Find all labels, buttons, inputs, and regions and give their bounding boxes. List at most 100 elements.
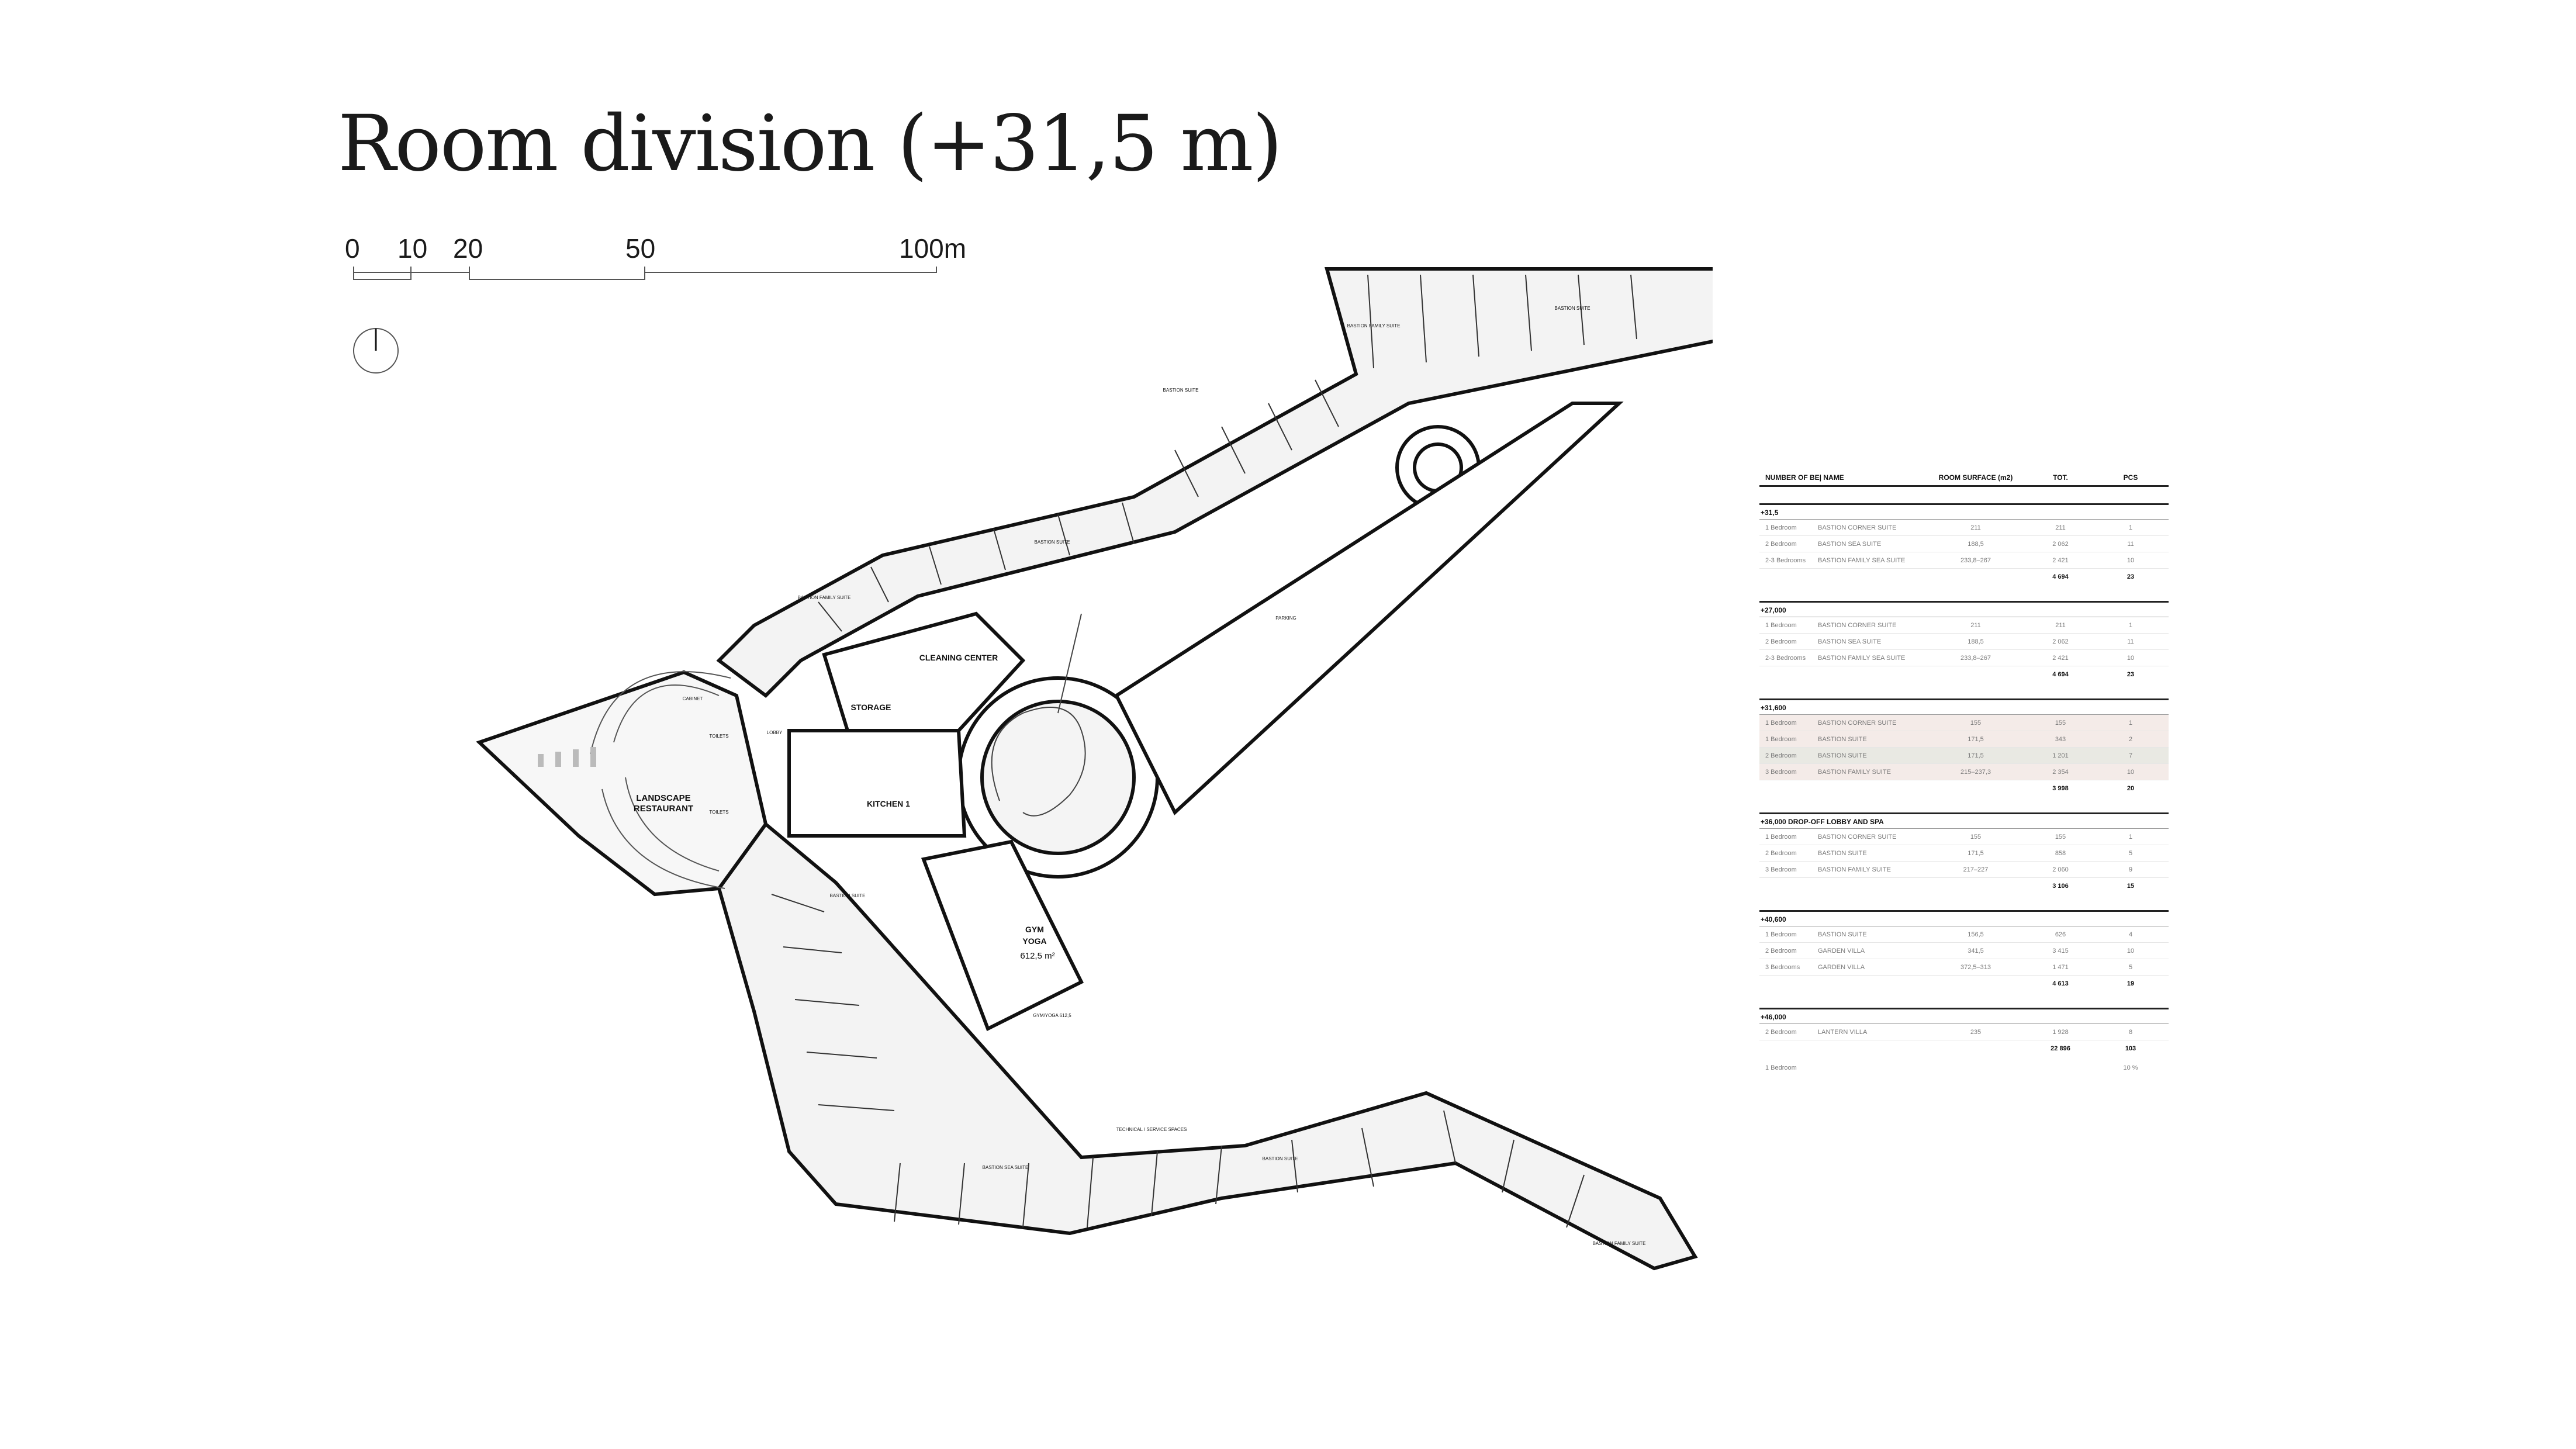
header-surface: ROOM SURFACE (m2) [1938,473,2013,482]
total-cell: 3 998 [2052,784,2069,792]
table-row: 2 Bedroom GARDEN VILLA 341,5 3 415 10 [1759,943,2169,959]
table-row: 2 Bedroom BASTION SUITE 171,5 1 201 7 [1759,748,2169,764]
label-gym: GYM [1025,925,1044,934]
table-cell: 2 062 [2052,638,2069,645]
table-cell: 7 [2128,752,2133,759]
table-cell: GARDEN VILLA [1818,963,1865,971]
table-cell: 233,8–267 [1960,556,1991,564]
table-footer: 1 Bedroom 10 % [1759,1060,2169,1075]
table-cell: 1 201 [2052,752,2069,759]
table-section: +36,000 DROP-OFF LOBBY AND SPA 1 Bedroom B… [1759,812,2169,894]
table-cell: 341,5 [1968,947,1984,955]
table-cell: GARDEN VILLA [1818,947,1865,955]
table-cell: 155 [1970,833,1982,841]
table-cell: BASTION CORNER SUITE [1818,719,1897,727]
table-cell: BASTION FAMILY SEA SUITE [1818,654,1906,662]
table-cell: 1 Bedroom [1765,621,1797,629]
table-cell: 8 [2128,1028,2133,1036]
total-cell: 4 694 [2052,670,2069,678]
table-cell: BASTION CORNER SUITE [1818,524,1897,531]
label-suite-upper: BASTION SUITE [1555,306,1590,311]
north-arrow-icon [353,328,399,374]
table-cell: BASTION FAMILY SEA SUITE [1818,556,1906,564]
table-cell: 626 [2055,931,2066,938]
table-cell: 1 [2128,524,2133,531]
table-cell: BASTION SEA SUITE [1818,540,1882,548]
table-cell: 188,5 [1968,540,1984,548]
plan-walls [476,267,1713,1271]
table-cell: 10 [2127,947,2135,955]
total-cell: 23 [2127,670,2135,678]
table-cell: 343 [2055,735,2066,743]
table-cell: BASTION SUITE [1818,752,1867,759]
label-suite-upper-2: BASTION SUITE [1163,388,1199,393]
total-cell: 22 896 [2051,1045,2070,1052]
label-toilets-b: TOILETS [709,810,728,815]
header-pcs: PCS [2123,473,2138,482]
label-family-suite-lower: BASTION FAMILY SUITE [1593,1241,1646,1246]
label-lobby: LOBBY [767,730,783,735]
table-row: 2 Bedroom BASTION SUITE 171,5 858 5 [1759,845,2169,862]
table-cell: 2-3 Bedrooms [1765,654,1806,662]
table-cell: 1 Bedroom [1765,931,1797,938]
label-family-suite-upper-2: BASTION FAMILY SUITE [798,595,851,600]
label-kitchen: KITCHEN 1 [867,799,910,808]
table-cell: 2 [2128,735,2133,743]
total-cell: 20 [2127,784,2135,792]
total-cell: 15 [2127,882,2135,890]
label-technical: TECHNICAL / SERVICE SPACES [1116,1127,1187,1132]
table-row: 2 Bedroom LANTERN VILLA 235 1 928 8 [1759,1024,2169,1040]
table-cell: BASTION CORNER SUITE [1818,621,1897,629]
table-cell: 3 Bedroom [1765,768,1797,776]
table-cell: 156,5 [1968,931,1984,938]
table-row: 2 Bedroom BASTION SEA SUITE 188,5 2 062 11 [1759,634,2169,650]
table-row: 2 Bedroom BASTION SEA SUITE 188,5 2 062 11 [1759,536,2169,552]
table-cell: 2 Bedroom [1765,540,1797,548]
label-suite-lower: BASTION SUITE [830,893,866,898]
table-row: 3 Bedroom BASTION FAMILY SUITE 215–237,3 2 … [1759,764,2169,780]
table-row: 2-3 Bedrooms BASTION FAMILY SEA SUITE 233,… [1759,650,2169,666]
table-cell: 3 Bedroom [1765,866,1797,873]
label-family-suite-upper: BASTION FAMILY SUITE [1347,323,1401,328]
page-title: Room division (+31,5 m) [338,99,1282,189]
table-cell: 2 062 [2052,540,2069,548]
table-cell: 2 421 [2052,556,2069,564]
table-cell: 1 928 [2052,1028,2069,1036]
table-cell: 1 Bedroom [1765,833,1797,841]
total-cell: 23 [2127,573,2135,580]
table-cell: BASTION SUITE [1818,735,1867,743]
footer-percent: 10 % [2123,1064,2138,1071]
table-cell: BASTION CORNER SUITE [1818,833,1897,841]
table-cell: 5 [2128,963,2133,971]
table-total-row: 3 106 15 [1759,878,2169,894]
section-title: +36,000 DROP-OFF LOBBY AND SPA [1759,812,2169,829]
total-cell: 4 694 [2052,573,2069,580]
table-cell: 155 [2055,833,2066,841]
table-cell: 155 [1970,719,1982,727]
table-cell: 1 [2128,833,2133,841]
table-section: +46,000 2 Bedroom LANTERN VILLA 235 1 928 8 22… [1759,1008,2169,1056]
table-row: 2-3 Bedrooms BASTION FAMILY SEA SUITE 233,… [1759,552,2169,569]
table-cell: 217–227 [1963,866,1989,873]
section-title: +40,600 [1759,910,2169,926]
header-total: TOT. [2053,473,2068,482]
room-schedule-table: NUMBER OF BE| NAME ROOM SURFACE (m2) TOT… [1759,468,2169,1075]
table-cell: 211 [1970,621,1981,629]
label-suite-lower-2: BASTION SUITE [1263,1156,1298,1161]
table-cell: 1 Bedroom [1765,524,1797,531]
table-row: 1 Bedroom BASTION CORNER SUITE 211 211 1 [1759,520,2169,536]
label-gym-yoga-small: GYM/YOGA 612,5 [1033,1013,1071,1018]
table-cell: 2 060 [2052,866,2069,873]
label-restaurant-1: LANDSCAPE [636,793,690,803]
table-cell: 9 [2128,866,2133,873]
table-row: 1 Bedroom BASTION SUITE 171,5 343 2 [1759,731,2169,748]
label-cleaning-center: CLEANING CENTER [919,653,998,662]
table-cell: 1 Bedroom [1765,719,1797,727]
table-cell: 4 [2128,931,2133,938]
section-title: +46,000 [1759,1008,2169,1024]
table-cell: 235 [1970,1028,1982,1036]
table-cell: 10 [2127,654,2135,662]
table-cell: LANTERN VILLA [1818,1028,1868,1036]
table-section: +40,600 1 Bedroom BASTION SUITE 156,5 626 4 2 … [1759,910,2169,991]
total-cell: 19 [2127,980,2135,987]
